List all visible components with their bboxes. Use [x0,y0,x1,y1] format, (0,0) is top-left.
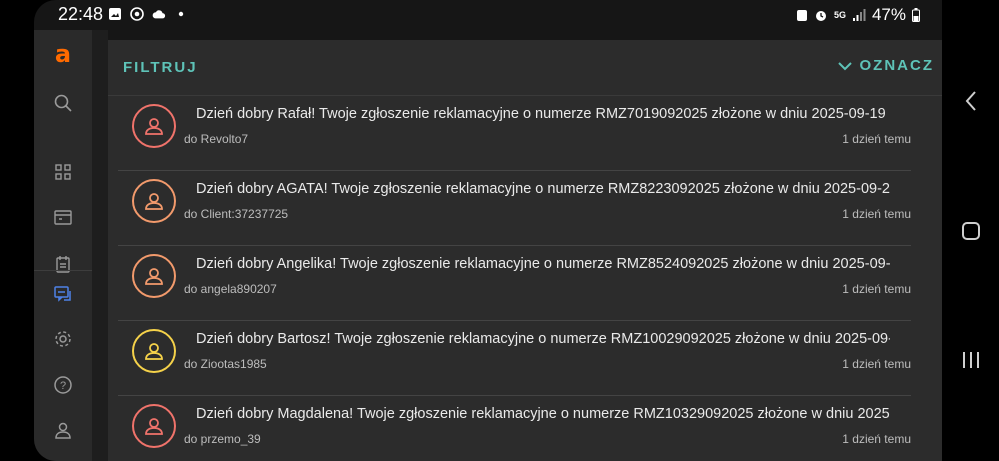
sidebar-item-account[interactable] [51,418,75,442]
sidebar-item-orders[interactable] [51,252,75,276]
chevron-down-icon [837,61,852,70]
recents-button[interactable] [958,347,984,373]
sidebar-item-help[interactable]: ? [51,373,75,397]
message-subject: Dzień dobry Magdalena! Twoje zgłoszenie … [190,406,890,422]
message-row[interactable]: Dzień dobry Angelika! Twoje zgłoszenie r… [118,246,911,321]
avatar [132,329,176,373]
system-nav-bar [942,0,999,461]
signal-icon [852,9,866,21]
battery-icon [912,8,920,22]
sidebar-item-search[interactable] [51,91,75,115]
message-row[interactable]: Dzień dobry Rafał! Twoje zgłoszenie rekl… [118,96,911,171]
user-avatar-icon [145,268,163,285]
message-subject-text: Dzień dobry Rafał! Twoje zgłoszenie rekl… [196,106,890,122]
network-type: 5G [833,10,846,20]
message-time: 1 dzień temu [842,282,911,296]
svg-text:?: ? [60,380,66,392]
back-button[interactable] [958,88,984,114]
message-subject: Dzień dobry Angelika! Twoje zgłoszenie r… [190,256,890,272]
logo-text: a [54,40,72,68]
message-subject-text: Dzień dobry Magdalena! Twoje zgłoszenie … [196,406,890,422]
home-button[interactable] [958,218,984,244]
user-avatar-icon [145,118,163,135]
sidebar: a ? [34,30,92,461]
dashboard-icon [55,164,71,180]
battery-percent: 47% [871,5,906,24]
sidebar-item-messages[interactable] [51,282,75,306]
filter-bar: FILTRUJ OZNACZ [108,40,942,96]
user-avatar-icon [145,418,163,435]
sidebar-item-dashboard[interactable] [51,160,75,184]
sidebar-divider [34,270,92,271]
filter-button[interactable]: FILTRUJ [123,59,198,76]
gallery-icon [109,8,121,20]
user-avatar-icon [145,343,163,360]
alarm-icon [815,11,826,21]
user-avatar-icon [145,193,163,210]
system-icons: 5G 47% [796,5,920,25]
shop-icon [54,210,72,225]
messages-icon [54,286,71,302]
back-icon [965,91,976,111]
message-subject: Dzień dobry AGATA! Twoje zgłoszenie rekl… [190,181,890,197]
gear-icon [55,331,71,347]
message-row[interactable]: Dzień dobry Bartosz! Twoje zgłoszenie re… [118,321,911,396]
message-time: 1 dzień temu [842,432,911,446]
brand-logo[interactable]: a [51,40,75,68]
message-recipient: do Revolto7 [184,132,249,146]
message-time: 1 dzień temu [842,132,911,146]
notification-icons [108,7,188,21]
battery-saver-icon [796,10,807,21]
sidebar-item-shop[interactable] [51,205,75,229]
message-time: 1 dzień temu [842,357,911,371]
help-icon: ? [54,376,72,394]
recents-icon [963,352,979,368]
search-icon [54,94,72,112]
status-time: 22:48 [58,4,104,24]
mark-label: OZNACZ [859,57,934,74]
message-row[interactable]: Dzień dobry Magdalena! Twoje zgłoszenie … [118,396,911,461]
more-dot-icon [178,11,184,17]
app-screen: 22:48 5G 47% a ? FILTRUJ OZNACZ Dzień do… [34,0,942,461]
status-bar: 22:48 5G 47% [34,0,942,30]
message-recipient: do przemo_39 [184,432,261,446]
message-row[interactable]: Dzień dobry AGATA! Twoje zgłoszenie rekl… [118,171,911,246]
user-icon [55,422,71,439]
avatar [132,404,176,448]
message-recipient: do Ziootas1985 [184,357,267,371]
home-icon [962,222,980,240]
cloud-icon [152,10,166,19]
content-gutter [92,30,108,461]
message-subject-text: Dzień dobry Bartosz! Twoje zgłoszenie re… [196,331,890,347]
message-recipient: do Client:37237725 [184,207,289,221]
chrome-icon [130,7,144,21]
message-time: 1 dzień temu [842,207,911,221]
avatar [132,104,176,148]
message-subject-text: Dzień dobry Angelika! Twoje zgłoszenie r… [196,256,890,272]
message-subject: Dzień dobry Rafał! Twoje zgłoszenie rekl… [190,106,890,122]
messages-panel: FILTRUJ OZNACZ Dzień dobry Rafał! Twoje … [108,40,942,461]
avatar [132,254,176,298]
avatar [132,179,176,223]
message-recipient: do angela890207 [184,282,277,296]
message-subject: Dzień dobry Bartosz! Twoje zgłoszenie re… [190,331,890,347]
sidebar-item-settings[interactable] [51,327,75,351]
mark-button[interactable]: OZNACZ [837,57,935,74]
message-subject-text: Dzień dobry AGATA! Twoje zgłoszenie rekl… [196,181,890,197]
